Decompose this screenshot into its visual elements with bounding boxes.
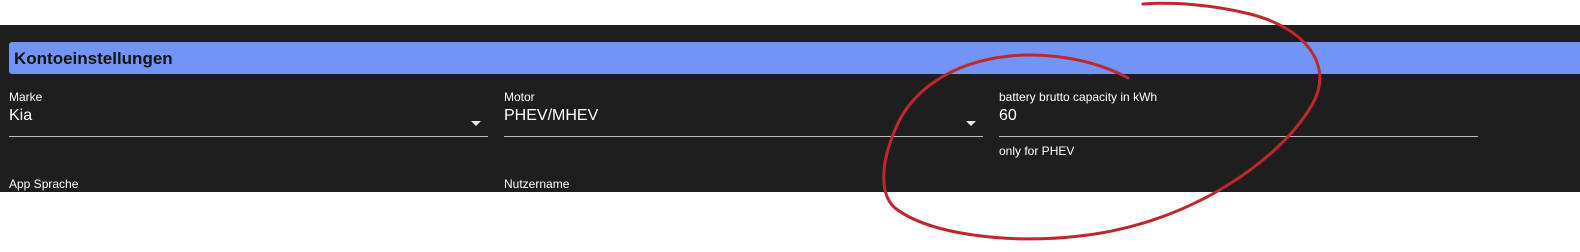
brand-label: Marke: [9, 90, 43, 104]
battery-capacity-label: battery brutto capacity in kWh: [999, 90, 1158, 104]
account-settings-panel: Kontoeinstellungen Marke Kia Motor PHEV/…: [0, 25, 1580, 192]
section-title: Kontoeinstellungen: [14, 49, 173, 68]
app-language-field[interactable]: App Sprache: [9, 177, 488, 192]
motor-underline: [504, 136, 983, 137]
brand-select[interactable]: Marke Kia: [9, 90, 488, 138]
app-language-label: App Sprache: [9, 177, 79, 191]
motor-select[interactable]: Motor PHEV/MHEV: [504, 90, 983, 138]
battery-capacity-helper: only for PHEV: [999, 144, 1075, 158]
battery-capacity-input[interactable]: 60: [999, 107, 1017, 125]
motor-label: Motor: [504, 90, 535, 104]
section-header: Kontoeinstellungen: [9, 42, 1580, 74]
brand-underline: [9, 136, 488, 137]
battery-capacity-underline: [999, 136, 1478, 137]
chevron-down-icon[interactable]: [471, 121, 481, 126]
username-label: Nutzername: [504, 177, 570, 191]
motor-value: PHEV/MHEV: [504, 107, 599, 124]
battery-capacity-field[interactable]: battery brutto capacity in kWh 60 only f…: [999, 90, 1478, 160]
chevron-down-icon[interactable]: [966, 121, 976, 126]
brand-value: Kia: [9, 107, 33, 124]
username-field[interactable]: Nutzername: [504, 177, 983, 192]
